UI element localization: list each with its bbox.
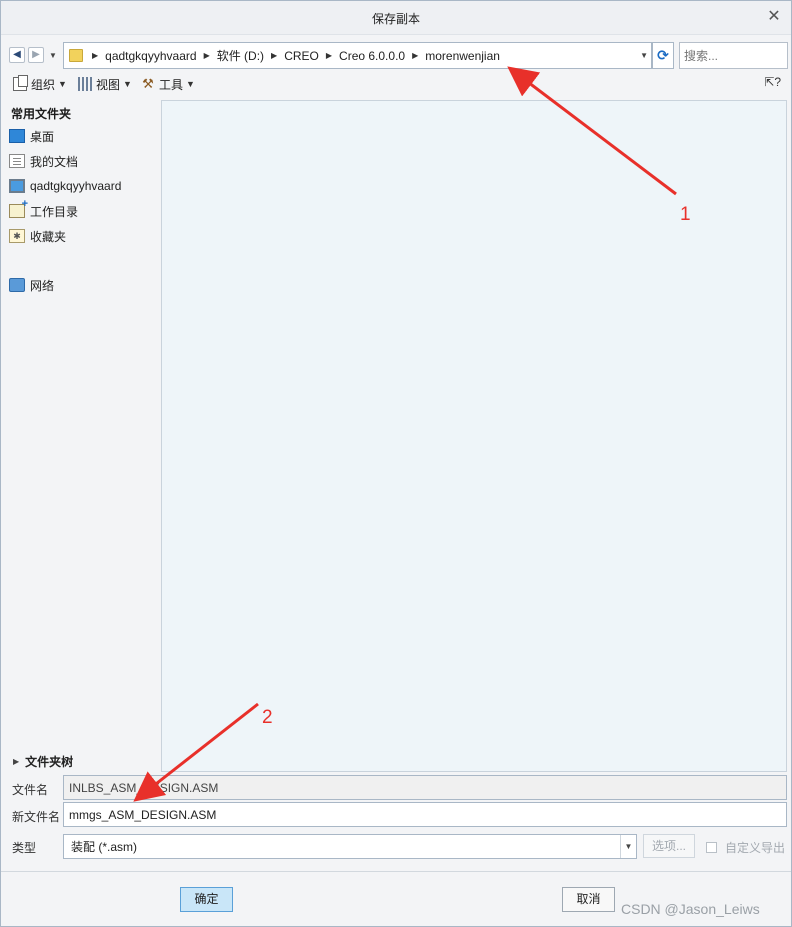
tools-menu-button[interactable]: ⚒ 工具 ▼ [141, 75, 195, 93]
cancel-button[interactable]: 取消 [562, 887, 615, 912]
folder-tree-label: 文件夹树 [25, 755, 74, 769]
favorites-icon: ✱ [9, 229, 25, 243]
history-dropdown-button[interactable]: ▼ [49, 51, 57, 60]
view-menu-button[interactable]: 视图 ▼ [78, 75, 132, 93]
dialog-title: 保存副本 [371, 12, 420, 26]
annotation-label-2: 2 [262, 707, 273, 728]
title-bar: 保存副本 ✕ [1, 1, 791, 35]
help-button[interactable]: ⇱? [764, 75, 781, 89]
breadcrumb-item-current-folder[interactable]: morenwenjian [425, 49, 500, 63]
close-icon: ✕ [767, 8, 781, 25]
help-pointer-icon: ⇱? [764, 75, 781, 89]
custom-export-checkbox[interactable]: 自定义导出 [706, 839, 785, 856]
breadcrumb-separator-icon[interactable]: ▶ [204, 51, 210, 60]
navigation-bar: ◀ ▶ ▼ ▶ qadtgkqyyhvaard ▶ 软件 (D:) ▶ CREO… [1, 39, 791, 71]
new-filename-label: 新文件名 [12, 810, 61, 824]
sidebar-item-network[interactable]: 网络 [9, 275, 54, 295]
chevron-down-icon: ▼ [49, 51, 57, 60]
chevron-down-icon: ▼ [186, 79, 195, 89]
organize-menu-button[interactable]: 组织 ▼ [13, 75, 67, 93]
toolbar: 组织 ▼ 视图 ▼ ⚒ 工具 ▼ ⇱? [1, 71, 791, 97]
address-bar[interactable]: ▶ qadtgkqyyhvaard ▶ 软件 (D:) ▶ CREO ▶ Cre… [63, 42, 652, 69]
common-folders-sidebar: 常用文件夹 桌面 我的文档 qadtgkqyyhvaard 工作目录 ✱ 收藏夹… [1, 101, 159, 772]
file-list-pane[interactable] [161, 100, 787, 772]
options-button[interactable]: 选项... [643, 834, 695, 858]
annotation-label-1: 1 [680, 204, 691, 225]
file-type-select[interactable]: 装配 (*.asm) ▼ [63, 834, 637, 859]
sidebar-item-label: 收藏夹 [30, 229, 67, 244]
sidebar-item-label: 我的文档 [30, 154, 79, 169]
address-dropdown-icon[interactable]: ▼ [640, 51, 648, 60]
file-type-value: 装配 (*.asm) [71, 840, 138, 854]
sidebar-item-label: 工作目录 [30, 204, 79, 219]
custom-export-label: 自定义导出 [725, 841, 786, 855]
breadcrumb-item-creo[interactable]: CREO [284, 49, 319, 63]
working-directory-icon [9, 198, 28, 218]
breadcrumb-separator-icon[interactable]: ▶ [92, 51, 98, 60]
breadcrumb-item-computer[interactable]: qadtgkqyyhvaard [105, 49, 196, 63]
back-button[interactable]: ◀ [9, 47, 25, 63]
forward-button[interactable]: ▶ [28, 47, 44, 63]
view-icon [78, 77, 92, 91]
desktop-icon [9, 129, 25, 143]
tools-icon: ⚒ [142, 76, 154, 91]
sidebar-item-label: qadtgkqyyhvaard [30, 179, 122, 193]
organize-icon [13, 75, 28, 91]
documents-icon [9, 154, 25, 168]
sidebar-item-computer[interactable]: qadtgkqyyhvaard [9, 176, 121, 196]
arrow-left-icon: ◀ [13, 49, 21, 60]
sidebar-item-my-documents[interactable]: 我的文档 [9, 151, 78, 171]
type-label: 类型 [12, 841, 37, 855]
sidebar-item-favorites[interactable]: ✱ 收藏夹 [9, 226, 66, 246]
triangle-right-icon: ▶ [13, 757, 20, 766]
breadcrumb-separator-icon[interactable]: ▶ [271, 51, 277, 60]
tools-label: 工具 [159, 77, 184, 92]
footer-divider [1, 871, 791, 872]
folder-icon [69, 49, 83, 62]
filename-label: 文件名 [12, 783, 49, 797]
breadcrumb-separator-icon[interactable]: ▶ [412, 51, 418, 60]
chevron-down-icon: ▼ [620, 835, 636, 858]
network-icon [9, 278, 25, 292]
sidebar-item-working-directory[interactable]: 工作目录 [9, 198, 79, 221]
watermark: CSDN @Jason_Leiws [621, 901, 760, 917]
filename-field: INLBS_ASM_DESIGN.ASM [63, 775, 787, 800]
folder-tree-toggle[interactable]: ▶ 文件夹树 [13, 753, 73, 770]
view-label: 视图 [96, 77, 121, 92]
ok-button[interactable]: 确定 [180, 887, 233, 912]
close-button[interactable]: ✕ [765, 8, 783, 26]
breadcrumb-item-creo-version[interactable]: Creo 6.0.0.0 [339, 49, 405, 63]
breadcrumb: ▶ qadtgkqyyhvaard ▶ 软件 (D:) ▶ CREO ▶ Cre… [90, 43, 505, 68]
breadcrumb-item-drive[interactable]: 软件 (D:) [217, 47, 264, 64]
sidebar-header: 常用文件夹 [11, 107, 72, 121]
breadcrumb-separator-icon[interactable]: ▶ [326, 51, 332, 60]
organize-label: 组织 [31, 77, 56, 92]
checkbox-box [706, 842, 717, 853]
chevron-down-icon: ▼ [123, 79, 132, 89]
computer-icon [9, 179, 25, 193]
arrow-right-icon: ▶ [32, 49, 40, 60]
refresh-icon: ⟳ [657, 47, 669, 63]
sidebar-item-label: 网络 [30, 278, 55, 293]
new-filename-input[interactable] [63, 802, 787, 827]
refresh-button[interactable]: ⟳ [652, 42, 674, 69]
save-copy-dialog: 保存副本 ✕ ◀ ▶ ▼ ▶ qadtgkqyyhvaard ▶ 软件 (D:)… [0, 0, 792, 927]
sidebar-item-label: 桌面 [30, 129, 55, 144]
search-input[interactable] [679, 42, 788, 69]
chevron-down-icon: ▼ [58, 79, 67, 89]
sidebar-item-desktop[interactable]: 桌面 [9, 126, 54, 146]
